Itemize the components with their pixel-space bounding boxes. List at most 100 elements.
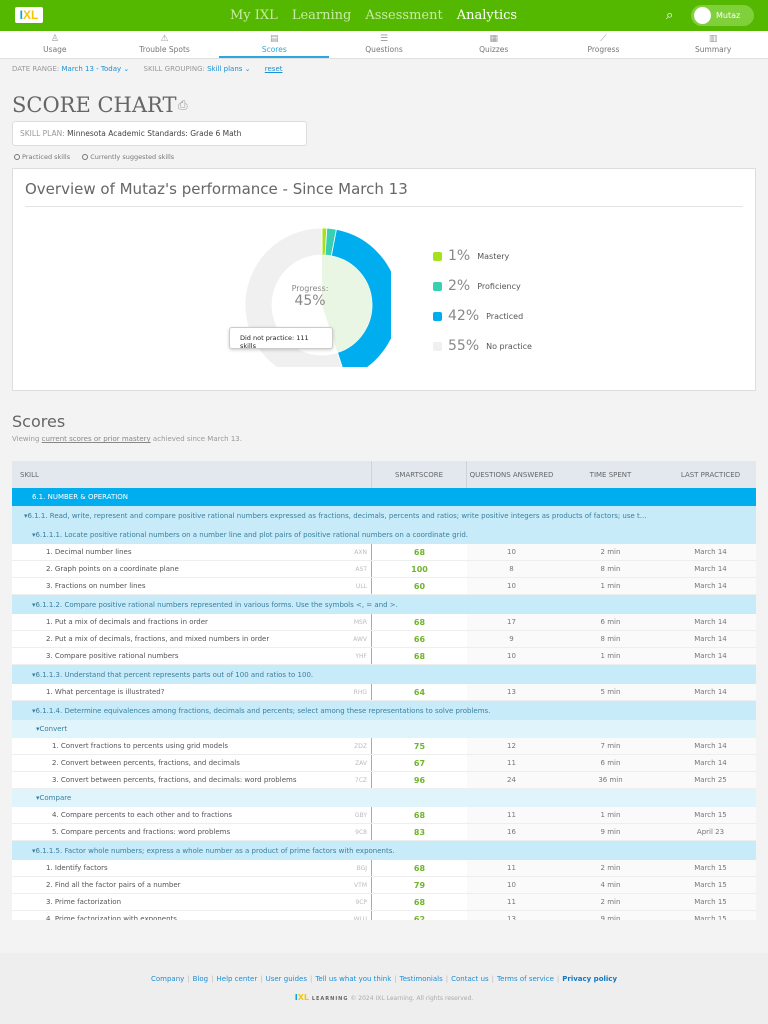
- skill-code: ZAV: [355, 759, 367, 767]
- top-bar: IXL My IXL Learning Assessment Analytics…: [0, 0, 768, 31]
- table-row[interactable]: 1. Put a mix of decimals and fractions i…: [12, 614, 756, 631]
- time-spent: 1 min: [556, 807, 665, 823]
- smartscore: 68: [413, 617, 426, 627]
- skill-name[interactable]: 1. Decimal number lines: [46, 548, 132, 556]
- table-row[interactable]: 5. Compare percents and fractions: word …: [12, 824, 756, 841]
- table-row[interactable]: 2. Put a mix of decimals, fractions, and…: [12, 631, 756, 648]
- print-icon[interactable]: ⎙: [178, 98, 188, 113]
- footer-link-contact-us[interactable]: Contact us: [451, 975, 489, 983]
- skill-name[interactable]: 3. Prime factorization: [46, 898, 121, 906]
- skill-name[interactable]: 1. What percentage is illustrated?: [46, 688, 164, 696]
- tab-progress[interactable]: ⟋ Progress: [549, 31, 659, 58]
- group-row[interactable]: ▾ 6.1.1.2. Compare positive rational num…: [12, 595, 756, 614]
- header-skill[interactable]: SKILL: [12, 461, 372, 488]
- skill-name[interactable]: 1. Identify factors: [46, 864, 108, 872]
- skill-plan-selector[interactable]: SKILL PLAN: Minnesota Academic Standards…: [12, 121, 307, 146]
- smartscore: 67: [413, 758, 426, 768]
- skill-name[interactable]: 2. Graph points on a coordinate plane: [46, 565, 179, 573]
- skill-name[interactable]: 4. Prime factorization with exponents: [46, 915, 177, 920]
- skill-name[interactable]: 2. Put a mix of decimals, fractions, and…: [46, 635, 269, 643]
- table-row[interactable]: 4. Compare percents to each other and to…: [12, 807, 756, 824]
- smartscore: 83: [413, 827, 426, 837]
- last-practiced: March 14: [665, 578, 756, 594]
- footer-link-terms-of-service[interactable]: Terms of service: [497, 975, 554, 983]
- ixl-logo[interactable]: IXL: [15, 7, 43, 23]
- header-time[interactable]: TIME SPENT: [556, 471, 665, 479]
- overview-card: Overview of Mutaz's performance - Since …: [12, 168, 756, 391]
- footer-link-user-guides[interactable]: User guides: [266, 975, 307, 983]
- table-row[interactable]: 3. Compare positive rational numbers YHF 6…: [12, 648, 756, 665]
- group-row[interactable]: ▾ 6.1.1.5. Factor whole numbers; express…: [12, 841, 756, 860]
- date-range-dropdown[interactable]: March 13 - Today ⌄: [61, 65, 129, 73]
- group-row[interactable]: ▾ 6.1.1.1. Locate positive rational numb…: [12, 525, 756, 544]
- header-smartscore[interactable]: SMARTSCORE: [372, 461, 467, 488]
- skill-name[interactable]: 2. Find all the factor pairs of a number: [46, 881, 181, 889]
- footer-link-privacy-policy[interactable]: Privacy policy: [562, 975, 617, 983]
- skill-grouping-dropdown[interactable]: Skill plans ⌄: [207, 65, 250, 73]
- tab-questions[interactable]: ☰ Questions: [329, 31, 439, 58]
- table-row[interactable]: 2. Convert between percents, fractions, …: [12, 755, 756, 772]
- footer-link-tell-us-what-you-think[interactable]: Tell us what you think: [315, 975, 391, 983]
- header-questions[interactable]: QUESTIONS ANSWERED: [467, 471, 556, 479]
- table-row[interactable]: 1. Decimal number lines AXN 68 10 2 min March…: [12, 544, 756, 561]
- group-row[interactable]: ▾ 6.1.1.3. Understand that percent repre…: [12, 665, 756, 684]
- footer-link-company[interactable]: Company: [151, 975, 184, 983]
- subgroup-row[interactable]: ▾ Compare: [12, 789, 756, 807]
- table-row[interactable]: 1. Identify factors BGJ 68 11 2 min March 15: [12, 860, 756, 877]
- subgroup-row[interactable]: ▾ Convert: [12, 720, 756, 738]
- group-title: 6.1.1.1. Locate positive rational number…: [35, 530, 468, 539]
- skill-cell: 4. Compare percents to each other and to…: [12, 807, 372, 823]
- skill-name[interactable]: 1. Put a mix of decimals and fractions i…: [46, 618, 208, 626]
- nav-analytics[interactable]: Analytics: [457, 8, 517, 23]
- reset-link[interactable]: reset: [265, 65, 283, 73]
- radio-practiced[interactable]: Practiced skills: [14, 153, 70, 161]
- skill-name[interactable]: 4. Compare percents to each other and to…: [52, 811, 232, 819]
- table-row[interactable]: 1. Convert fractions to percents using g…: [12, 738, 756, 755]
- table-row[interactable]: 3. Fractions on number lines ULL 60 10 1 min…: [12, 578, 756, 595]
- tab-summary[interactable]: ▥ Summary: [658, 31, 768, 58]
- skill-cell: 3. Fractions on number lines ULL: [12, 578, 372, 594]
- table-row[interactable]: 2. Graph points on a coordinate plane AST…: [12, 561, 756, 578]
- nav-my-ixl[interactable]: My IXL: [230, 8, 278, 23]
- tab-quizzes[interactable]: ▦ Quizzes: [439, 31, 549, 58]
- table-row[interactable]: 1. What percentage is illustrated? RHG 64 1…: [12, 684, 756, 701]
- smartscore: 68: [413, 547, 426, 557]
- skill-name[interactable]: 5. Compare percents and fractions: word …: [52, 828, 230, 836]
- link-separator: |: [211, 975, 214, 983]
- table-row[interactable]: 3. Convert between percents, fractions, …: [12, 772, 756, 789]
- user-menu[interactable]: Mutaz: [691, 5, 754, 26]
- skill-name[interactable]: 1. Convert fractions to percents using g…: [52, 742, 228, 750]
- search-icon[interactable]: ⌕: [666, 8, 673, 23]
- nav-learning[interactable]: Learning: [292, 8, 352, 23]
- current-scores-link[interactable]: current scores or prior mastery: [42, 435, 151, 443]
- skill-name[interactable]: 3. Compare positive rational numbers: [46, 652, 179, 660]
- summary-icon: ▥: [708, 34, 718, 44]
- questions-answered: 13: [467, 911, 556, 920]
- group-title: 6.1.1.3. Understand that percent represe…: [35, 670, 314, 679]
- section-row[interactable]: 6.1. NUMBER & OPERATION: [12, 488, 756, 506]
- time-spent: 2 min: [556, 894, 665, 910]
- tab-trouble-spots[interactable]: ⚠ Trouble Spots: [110, 31, 220, 58]
- skill-cell: 1. Decimal number lines AXN: [12, 544, 372, 560]
- group-row[interactable]: ▾ 6.1.1. Read, write, represent and comp…: [12, 506, 756, 525]
- table-row[interactable]: 3. Prime factorization 9CP 68 11 2 min March …: [12, 894, 756, 911]
- tab-scores[interactable]: ▤ Scores: [219, 31, 330, 58]
- questions-answered: 16: [467, 824, 556, 840]
- analytics-subnav: ♙ Usage ⚠ Trouble Spots ▤ Scores ☰ Questions ▦ Qu…: [0, 31, 768, 59]
- tab-usage[interactable]: ♙ Usage: [0, 31, 110, 58]
- legend-item: 1% Mastery: [433, 241, 532, 271]
- table-row[interactable]: 2. Find all the factor pairs of a number…: [12, 877, 756, 894]
- footer-link-help-center[interactable]: Help center: [217, 975, 258, 983]
- chart-legend: 1% Mastery 2% Proficiency 42% Practiced 55% No …: [433, 241, 532, 361]
- time-spent: 6 min: [556, 614, 665, 630]
- nav-assessment[interactable]: Assessment: [365, 8, 442, 23]
- header-last-practiced[interactable]: LAST PRACTICED: [665, 471, 756, 479]
- table-row[interactable]: 4. Prime factorization with exponents WLU…: [12, 911, 756, 920]
- skill-name[interactable]: 3. Fractions on number lines: [46, 582, 146, 590]
- footer-link-blog[interactable]: Blog: [193, 975, 208, 983]
- skill-name[interactable]: 2. Convert between percents, fractions, …: [52, 759, 240, 767]
- skill-name[interactable]: 3. Convert between percents, fractions, …: [52, 776, 296, 784]
- radio-suggested[interactable]: Currently suggested skills: [82, 153, 174, 161]
- footer-link-testimonials[interactable]: Testimonials: [400, 975, 443, 983]
- group-row[interactable]: ▾ 6.1.1.4. Determine equivalences among …: [12, 701, 756, 720]
